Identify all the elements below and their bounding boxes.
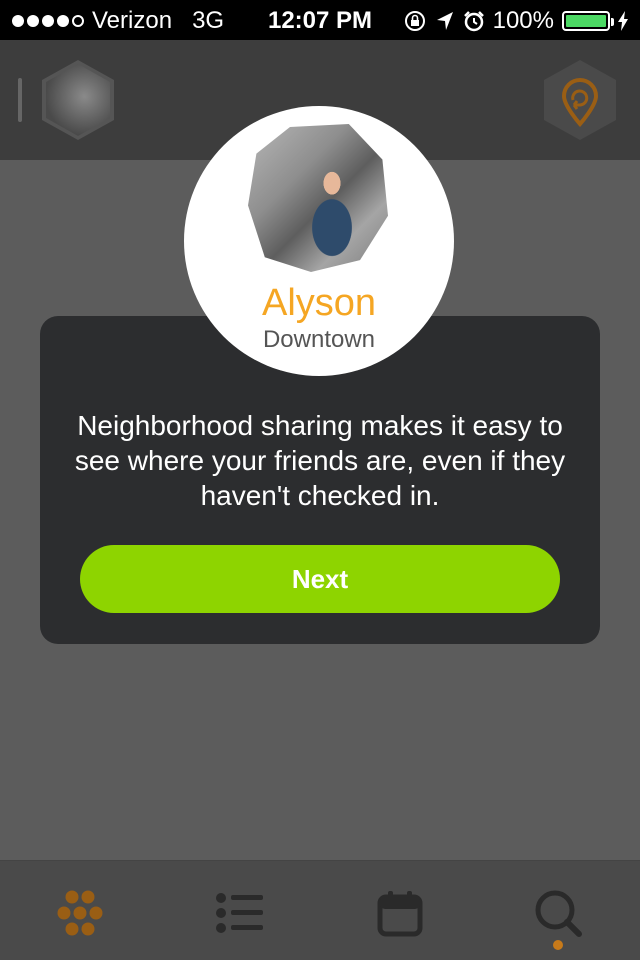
status-bar: Verizon 3G 12:07 PM 100%	[0, 0, 640, 40]
status-right: 100%	[403, 7, 628, 35]
active-tab-indicator	[553, 940, 563, 950]
battery-icon	[562, 11, 614, 31]
location-button[interactable]	[544, 60, 616, 140]
profile-location: Downtown	[262, 326, 376, 353]
menu-handle-icon[interactable]	[18, 78, 22, 122]
tab-calendar[interactable]	[370, 883, 430, 943]
location-pin-icon	[561, 78, 599, 128]
bottom-tab-bar	[0, 860, 640, 960]
profile-name: Alyson	[261, 282, 377, 324]
hexagon-cluster-icon	[57, 890, 103, 936]
next-button[interactable]: Next	[80, 545, 560, 613]
calendar-icon	[377, 891, 423, 937]
battery-level	[566, 15, 606, 27]
battery-percent: 100%	[492, 7, 554, 34]
alarm-icon	[463, 11, 484, 32]
search-icon	[535, 890, 582, 937]
tab-list[interactable]	[210, 883, 270, 943]
location-arrow-icon	[436, 12, 453, 30]
tab-search[interactable]	[528, 883, 588, 943]
onboarding-message: Neighborhood sharing makes it easy to se…	[74, 410, 566, 511]
charging-bolt-icon	[618, 11, 628, 31]
tab-friends[interactable]	[50, 883, 110, 943]
list-icon	[216, 893, 263, 933]
rotation-lock-icon	[404, 11, 425, 31]
